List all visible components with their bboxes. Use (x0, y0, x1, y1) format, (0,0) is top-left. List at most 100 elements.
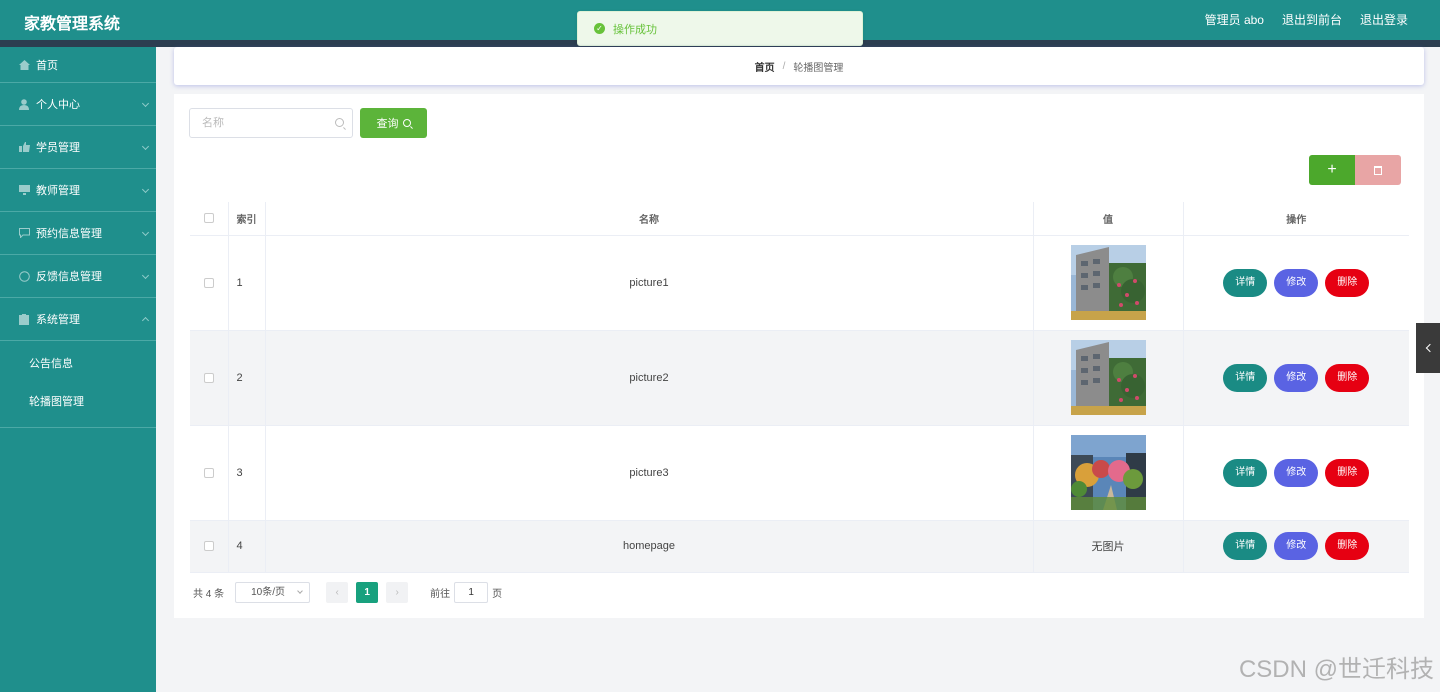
row-select[interactable] (190, 235, 229, 331)
breadcrumb-separator: / (782, 60, 786, 72)
chevron-right-icon: › (395, 587, 399, 598)
sidebar-subitem-notices[interactable]: 公告信息 (0, 345, 156, 383)
table-header-row: 索引 名称 值 操作 (190, 202, 1409, 236)
sidebar-item-system[interactable]: 系统管理 (0, 298, 156, 341)
search-icon (335, 118, 344, 127)
panel-toggle-button[interactable] (1416, 323, 1440, 373)
add-button[interactable]: + (1309, 155, 1355, 185)
thumb-icon (18, 141, 30, 153)
chevron-down-icon (297, 588, 303, 594)
row-ops: 详情 修改 删除 (1183, 330, 1409, 426)
row-select[interactable] (190, 425, 229, 521)
header-index: 索引 (228, 202, 266, 236)
sidebar-item-students[interactable]: 学员管理 (0, 126, 156, 169)
sidebar-item-personal-center[interactable]: 个人中心 (0, 83, 156, 126)
sidebar-item-feedback[interactable]: 反馈信息管理 (0, 255, 156, 298)
header-ops: 操作 (1183, 202, 1409, 236)
sidebar-item-appointments[interactable]: 预约信息管理 (0, 212, 156, 255)
row-select[interactable] (190, 330, 229, 426)
row-ops: 详情 修改 删除 (1183, 235, 1409, 331)
prev-page-button[interactable]: ‹ (326, 582, 349, 603)
header-links: 管理员 abo 退出到前台 退出登录 (1205, 11, 1408, 28)
edit-button[interactable]: 修改 (1274, 532, 1319, 560)
clipboard-icon (18, 313, 30, 325)
page-size-value: 10条/页 (251, 587, 286, 598)
logout-link[interactable]: 退出登录 (1360, 11, 1408, 28)
sidebar-subitem-carousel[interactable]: 轮播图管理 (0, 383, 156, 421)
exit-to-frontend-link[interactable]: 退出到前台 (1282, 11, 1342, 28)
system-submenu: 公告信息 轮播图管理 (0, 341, 156, 428)
detail-button[interactable]: 详情 (1223, 458, 1268, 487)
row-value (1033, 425, 1184, 521)
chevron-down-icon (141, 228, 150, 237)
row-value: 无图片 (1033, 520, 1184, 573)
admin-user-link[interactable]: 管理员 abo (1205, 11, 1264, 28)
chevron-left-icon: ‹ (335, 587, 339, 598)
delete-button[interactable]: 删除 (1325, 268, 1370, 297)
home-icon (18, 59, 30, 71)
delete-button[interactable]: 删除 (1325, 363, 1370, 392)
monitor-icon (18, 184, 30, 196)
check-circle-icon: ✓ (594, 23, 605, 34)
sidebar-item-label: 系统管理 (36, 314, 80, 326)
delete-button[interactable]: 删除 (1325, 458, 1370, 487)
search-input[interactable] (190, 109, 320, 137)
pagination-total: 共 4 条 (193, 589, 225, 600)
sidebar-item-home[interactable]: 首页 (0, 47, 156, 83)
edit-button[interactable]: 修改 (1274, 363, 1319, 392)
toast-message: 操作成功 (613, 23, 657, 36)
sidebar-item-label: 预约信息管理 (36, 228, 102, 240)
app-title: 家教管理系统 (24, 16, 121, 33)
sidebar-item-label: 学员管理 (36, 142, 80, 154)
batch-delete-button[interactable] (1355, 155, 1401, 185)
row-name: picture2 (265, 330, 1034, 426)
search-icon (402, 119, 411, 127)
checkbox[interactable] (203, 541, 214, 552)
header-select-all[interactable] (190, 202, 229, 236)
checkbox[interactable] (203, 213, 214, 224)
checkbox[interactable] (203, 277, 214, 288)
breadcrumb-current: 轮播图管理 (793, 62, 844, 74)
garden-thumbnail[interactable] (1070, 435, 1146, 510)
header-name: 名称 (265, 202, 1034, 236)
row-index: 1 (228, 235, 266, 331)
search-field[interactable] (189, 108, 353, 138)
edit-button[interactable]: 修改 (1274, 268, 1319, 297)
row-index: 2 (228, 330, 266, 426)
edit-button[interactable]: 修改 (1274, 458, 1319, 487)
sidebar-item-teachers[interactable]: 教师管理 (0, 169, 156, 212)
success-toast: ✓ 操作成功 (577, 11, 863, 46)
breadcrumb: 首页 / 轮播图管理 (174, 47, 1424, 85)
sidebar-item-label: 首页 (36, 59, 58, 72)
checkbox[interactable] (203, 372, 214, 383)
chevron-down-icon (141, 142, 150, 151)
row-name: picture3 (265, 425, 1034, 521)
goto-label: 前往 (430, 589, 451, 600)
delete-button[interactable]: 删除 (1325, 532, 1370, 560)
page-unit-label: 页 (492, 589, 503, 600)
chevron-left-icon (1425, 343, 1434, 353)
row-value (1033, 330, 1184, 426)
checkbox[interactable] (203, 467, 214, 478)
main-panel: 查询 + 索引 名称 值 操作 1 picture1 (174, 94, 1424, 618)
page-size-select[interactable]: 10条/页 (235, 582, 311, 603)
detail-button[interactable]: 详情 (1223, 532, 1268, 560)
chevron-up-icon (141, 316, 150, 325)
table-row: 1 picture1 详情 修改 删除 (190, 235, 1409, 331)
detail-button[interactable]: 详情 (1223, 268, 1268, 297)
building-thumbnail[interactable] (1070, 340, 1146, 415)
row-index: 3 (228, 425, 266, 521)
page-number-button[interactable]: 1 (356, 582, 379, 603)
breadcrumb-home[interactable]: 首页 (755, 59, 775, 74)
row-select[interactable] (190, 520, 229, 573)
chevron-down-icon (141, 99, 150, 108)
goto-page-input[interactable] (454, 582, 489, 603)
sidebar-item-label: 教师管理 (36, 185, 80, 197)
user-icon (18, 98, 30, 110)
chevron-down-icon (141, 185, 150, 194)
building-thumbnail[interactable] (1070, 245, 1146, 320)
query-button[interactable]: 查询 (360, 108, 427, 138)
next-page-button[interactable]: › (386, 582, 409, 603)
row-index: 4 (228, 520, 266, 573)
detail-button[interactable]: 详情 (1223, 363, 1268, 392)
